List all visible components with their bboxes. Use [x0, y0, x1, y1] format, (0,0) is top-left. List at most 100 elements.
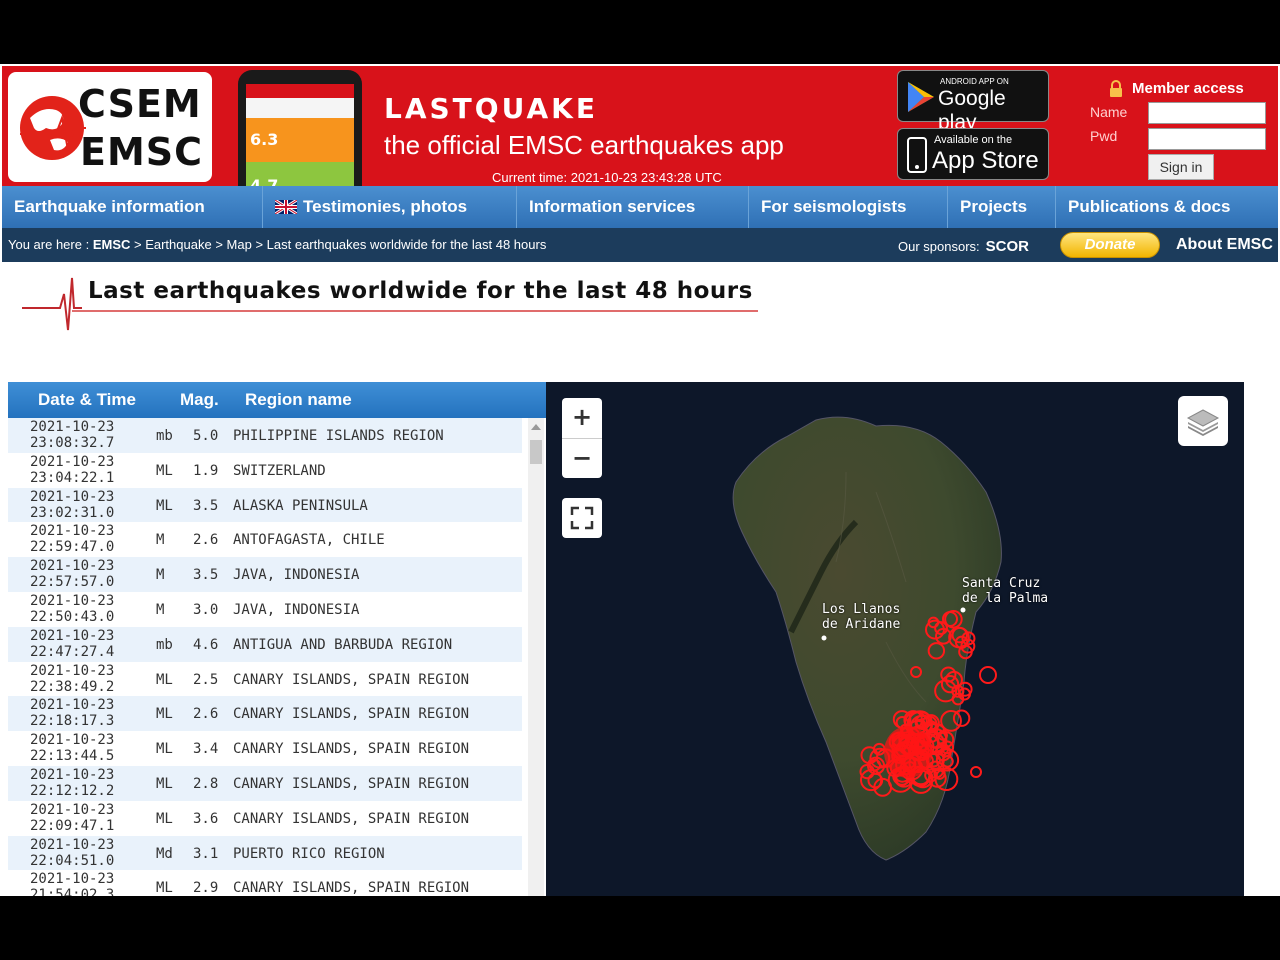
cell-magnitude: 2.5	[193, 671, 219, 688]
zoom-out-button[interactable]: −	[562, 438, 602, 478]
table-row[interactable]: 2021-10-23 22:04:51.0 Md 3.1 PUERTO RICO REG…	[8, 835, 522, 871]
cell-magnitude: 3.0	[193, 601, 219, 618]
table-row[interactable]: 2021-10-23 23:02:31.0 ML 3.5 ALASKA PENINSUL…	[8, 487, 522, 523]
sponsor-scor-link[interactable]: SCOR	[986, 238, 1029, 255]
zoom-in-button[interactable]: +	[562, 398, 602, 438]
lastquake-title[interactable]: LASTQUAKE	[384, 92, 598, 125]
table-body: 2021-10-23 23:08:32.7 mb 5.0 PHILIPPINE ISLA…	[8, 418, 546, 896]
cell-region[interactable]: CANARY ISLANDS, SPAIN REGION	[233, 880, 469, 896]
cell-region[interactable]: ALASKA PENINSULA	[233, 498, 368, 514]
scroll-thumb[interactable]	[530, 440, 542, 464]
google-play-button[interactable]: ANDROID APP ON Google play	[897, 70, 1049, 134]
fullscreen-button[interactable]	[562, 498, 602, 538]
cell-region[interactable]: CANARY ISLANDS, SPAIN REGION	[233, 672, 469, 688]
breadcrumb-separator: >	[251, 237, 267, 252]
table-row[interactable]: 2021-10-23 23:04:22.1 ML 1.9 SWITZERLAND	[8, 452, 522, 488]
nav-earthquake-information[interactable]: Earthquake information	[2, 186, 263, 228]
column-region[interactable]: Region name	[245, 390, 352, 410]
table-row[interactable]: 2021-10-23 22:57:57.0 M 3.5 JAVA, INDONESIA	[8, 557, 522, 592]
cell-date: 2021-10-23	[30, 488, 115, 505]
cell-region[interactable]: CANARY ISLANDS, SPAIN REGION	[233, 811, 469, 827]
breadcrumb-earthquake-link[interactable]: Earthquake	[145, 237, 212, 252]
cell-region[interactable]: PHILIPPINE ISLANDS REGION	[233, 428, 444, 444]
cell-region[interactable]: CANARY ISLANDS, SPAIN REGION	[233, 741, 469, 757]
table-row[interactable]: 2021-10-23 22:12:12.2 ML 2.8 CANARY ISLANDS,…	[8, 765, 522, 801]
table-row[interactable]: 2021-10-23 22:13:44.5 ML 3.4 CANARY ISLANDS,…	[8, 731, 522, 766]
quake-marker[interactable]	[979, 666, 997, 684]
cell-mag-type: mb	[156, 428, 173, 444]
donate-button[interactable]: Donate	[1060, 232, 1160, 258]
breadcrumb-map-link[interactable]: Map	[227, 237, 252, 252]
map-view[interactable]: Santa Cruz de la Palma Los Llanos de Arida…	[546, 382, 1244, 896]
cell-region[interactable]: CANARY ISLANDS, SPAIN REGION	[233, 706, 469, 722]
nav-testimonies-photos[interactable]: Testimonies, photos	[263, 186, 517, 228]
cell-date-time[interactable]: 2021-10-23 22:04:51.0	[30, 837, 130, 869]
cell-magnitude: 5.0	[193, 428, 219, 444]
app-store-button[interactable]: Available on the App Store	[897, 128, 1049, 180]
about-emsc-link[interactable]: About EMSC	[1176, 236, 1273, 254]
name-input[interactable]	[1148, 102, 1266, 124]
table-row[interactable]: 2021-10-23 22:59:47.0 M 2.6 ANTOFAGASTA, CHI…	[8, 522, 522, 558]
cell-mag-type: ML	[156, 741, 173, 758]
current-time: Current time: 2021-10-23 23:43:28 UTC	[492, 170, 722, 185]
nav-label: Projects	[960, 197, 1028, 216]
table-row[interactable]: 2021-10-23 22:50:43.0 M 3.0 JAVA, INDONESIA	[8, 591, 522, 627]
cell-time: 22:04:51.0	[30, 852, 115, 869]
quake-cluster[interactable]	[884, 726, 932, 778]
cell-time: 22:59:47.0	[30, 539, 115, 556]
scroll-up-arrow-icon[interactable]	[531, 424, 541, 430]
cell-time: 23:02:31.0	[30, 504, 115, 521]
cell-date-time[interactable]: 2021-10-23 22:12:12.2	[30, 767, 130, 799]
cell-region[interactable]: ANTIGUA AND BARBUDA REGION	[233, 637, 452, 653]
cell-mag-type: ML	[156, 880, 173, 896]
cell-date-time[interactable]: 2021-10-23 22:50:43.0	[30, 593, 130, 625]
cell-date-time[interactable]: 2021-10-23 22:13:44.5	[30, 732, 130, 764]
table-row[interactable]: 2021-10-23 22:18:17.3 ML 2.6 CANARY ISLANDS,…	[8, 696, 522, 732]
nav-projects[interactable]: Projects	[948, 186, 1056, 228]
site-header: CSEM EMSC 6.3 4.7 LASTQUAKE the official…	[2, 66, 1278, 192]
cell-date-time[interactable]: 2021-10-23 22:18:17.3	[30, 697, 130, 729]
quake-marker[interactable]	[970, 766, 982, 778]
fullscreen-icon	[570, 506, 594, 530]
column-date-time[interactable]: Date & Time	[38, 390, 136, 410]
cell-region[interactable]: JAVA, INDONESIA	[233, 602, 359, 618]
cell-region[interactable]: ANTOFAGASTA, CHILE	[233, 532, 385, 548]
cell-date: 2021-10-23	[30, 592, 115, 609]
table-row[interactable]: 2021-10-23 21:54:02.3 ML 2.9 CANARY ISLANDS,…	[8, 870, 522, 896]
cell-time: 22:18:17.3	[30, 713, 115, 730]
cell-date-time[interactable]: 2021-10-23 21:54:02.3	[30, 871, 130, 896]
cell-region[interactable]: JAVA, INDONESIA	[233, 567, 359, 583]
cell-date: 2021-10-23	[30, 627, 115, 644]
csem-emsc-logo[interactable]: CSEM EMSC	[8, 72, 212, 182]
column-magnitude[interactable]: Mag.	[180, 390, 219, 410]
nav-information-services[interactable]: Information services	[517, 186, 749, 228]
cell-date: 2021-10-23	[30, 523, 115, 540]
breadcrumb-emsc-link[interactable]: EMSC	[93, 237, 131, 252]
table-row[interactable]: 2021-10-23 22:09:47.1 ML 3.6 CANARY ISLANDS,…	[8, 800, 522, 836]
pwd-label: Pwd	[1090, 128, 1118, 144]
sign-in-button[interactable]: Sign in	[1148, 154, 1214, 180]
seismogram-icon	[22, 277, 82, 331]
cell-date-time[interactable]: 2021-10-23 23:04:22.1	[30, 454, 130, 486]
layers-button[interactable]	[1178, 396, 1228, 446]
password-input[interactable]	[1148, 128, 1266, 150]
cell-region[interactable]: CANARY ISLANDS, SPAIN REGION	[233, 776, 469, 792]
cell-region[interactable]: PUERTO RICO REGION	[233, 846, 385, 862]
lastquake-subtitle[interactable]: the official EMSC earthquakes app	[384, 130, 784, 161]
cell-date-time[interactable]: 2021-10-23 22:57:57.0	[30, 558, 130, 590]
cell-date-time[interactable]: 2021-10-23 22:38:49.2	[30, 663, 130, 695]
cell-magnitude: 2.8	[193, 775, 219, 792]
cell-date-time[interactable]: 2021-10-23 23:02:31.0	[30, 489, 130, 521]
cell-magnitude: 3.1	[193, 845, 219, 862]
cell-date-time[interactable]: 2021-10-23 22:09:47.1	[30, 802, 130, 834]
nav-publications-docs[interactable]: Publications & docs	[1056, 186, 1278, 228]
table-row[interactable]: 2021-10-23 23:08:32.7 mb 5.0 PHILIPPINE ISLA…	[8, 418, 522, 453]
cell-date-time[interactable]: 2021-10-23 22:59:47.0	[30, 523, 130, 555]
cell-date-time[interactable]: 2021-10-23 22:47:27.4	[30, 628, 130, 660]
nav-for-seismologists[interactable]: For seismologists	[749, 186, 948, 228]
table-row[interactable]: 2021-10-23 22:38:49.2 ML 2.5 CANARY ISLANDS,…	[8, 661, 522, 697]
table-scrollbar[interactable]	[528, 418, 544, 896]
cell-region[interactable]: SWITZERLAND	[233, 463, 326, 479]
table-row[interactable]: 2021-10-23 22:47:27.4 mb 4.6 ANTIGUA AND BAR…	[8, 626, 522, 662]
cell-date-time[interactable]: 2021-10-23 23:08:32.7	[30, 419, 130, 451]
